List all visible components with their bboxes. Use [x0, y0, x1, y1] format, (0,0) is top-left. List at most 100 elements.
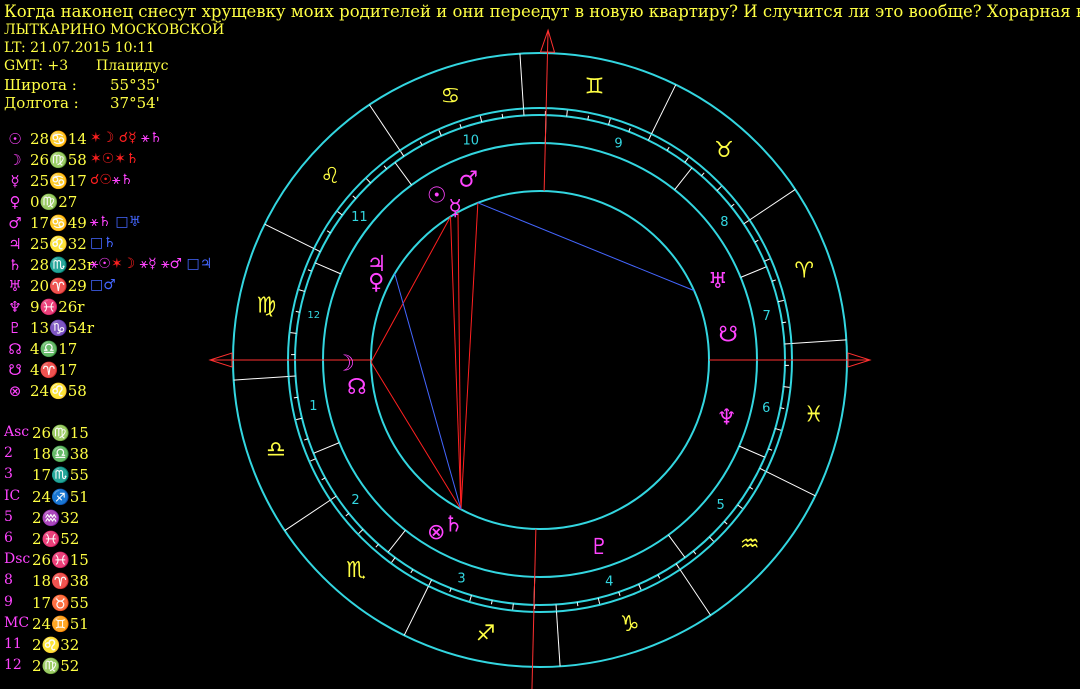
degree-tick: [782, 321, 787, 324]
planet-glyph-on-wheel: ☽: [335, 351, 355, 376]
degree-tick: [777, 299, 784, 303]
degree-tick: [400, 151, 405, 157]
planet-glyph-on-wheel: ⊗: [427, 520, 445, 545]
degree-tick: [775, 428, 782, 431]
planet-glyph-on-wheel: ☊: [347, 375, 367, 400]
degree-tick: [337, 211, 343, 216]
zodiac-sign-glyph: ♒: [740, 532, 760, 557]
sign-boundary: [749, 189, 796, 221]
degree-tick: [684, 157, 689, 163]
sign-boundary: [791, 339, 847, 345]
degree-tick: [723, 521, 728, 525]
degree-tick: [428, 579, 433, 586]
degree-tick: [290, 332, 297, 334]
house-cusp-line: [394, 162, 412, 186]
wheel-ring: [370, 190, 710, 530]
sign-boundary: [264, 223, 315, 249]
house-number: 2: [351, 493, 359, 508]
degree-tick: [383, 165, 388, 170]
zodiac-sign-glyph: ♉: [714, 138, 734, 163]
angle-axis-line: [543, 30, 549, 192]
house-number: 9: [614, 137, 622, 152]
degree-tick: [310, 458, 316, 462]
zodiac-sign-glyph: ♋: [440, 84, 460, 109]
chart-wheel: ♋ ♊♉♈♓♒♑♐♏♎♍♌123 456789101112☉☽☿♀♂♃♄♅♆♇☊☋⊗: [208, 28, 872, 689]
sign-boundary: [233, 375, 289, 381]
zodiac-sign-glyph: ♑: [620, 612, 640, 637]
house-cusp-line: [313, 442, 340, 454]
degree-tick: [296, 417, 303, 421]
house-number: 1: [309, 399, 317, 414]
degree-tick: [764, 258, 770, 262]
house-number: 6: [762, 401, 770, 416]
degree-tick: [298, 289, 305, 292]
planet-glyph-on-wheel: ♄: [444, 513, 464, 538]
degree-tick: [438, 130, 442, 136]
house-number: 11: [351, 210, 368, 225]
aspect-line: [394, 273, 462, 510]
house-number: 3: [457, 571, 465, 586]
degree-tick: [759, 467, 766, 472]
degree-tick: [501, 113, 504, 118]
planet-glyph-on-wheel: ♂: [458, 168, 478, 193]
sign-boundary: [651, 84, 677, 135]
degree-tick: [701, 172, 705, 177]
house-cusp-line: [668, 534, 686, 558]
zodiac-sign-glyph: ♍: [256, 294, 276, 319]
degree-tick: [566, 110, 568, 117]
aspect-line: [460, 202, 479, 510]
house-number: 5: [717, 498, 725, 513]
sign-boundary: [679, 569, 711, 616]
house-cusp-line: [674, 167, 693, 191]
planet-glyph-on-wheel: ♃: [367, 252, 387, 277]
degree-tick: [331, 495, 337, 500]
aspect-line: [477, 202, 695, 292]
angle-axis-line: [531, 528, 537, 689]
sign-boundary: [403, 585, 429, 636]
house-number: 12: [307, 310, 320, 321]
degree-tick: [352, 195, 357, 199]
sign-boundary: [519, 53, 525, 109]
zodiac-sign-glyph: ♌: [320, 164, 340, 189]
house-number: 7: [762, 309, 770, 324]
house-number: 8: [720, 215, 728, 230]
degree-tick: [743, 220, 749, 225]
sign-boundary: [765, 471, 816, 497]
house-cusp-line: [387, 529, 406, 553]
degree-tick: [692, 550, 697, 555]
zodiac-sign-glyph: ♓: [804, 402, 824, 427]
planet-glyph-on-wheel: ♅: [708, 269, 728, 294]
degree-tick: [709, 536, 714, 542]
zodiac-sign-glyph: ♊: [585, 74, 605, 99]
zodiac-sign-glyph: ♏: [346, 558, 366, 583]
house-number: 4: [605, 574, 613, 589]
degree-tick: [366, 178, 371, 184]
aspect-line: [370, 361, 462, 510]
degree-tick: [293, 396, 298, 399]
degree-tick: [358, 529, 364, 534]
degree-tick: [647, 134, 652, 141]
degree-tick: [737, 504, 743, 509]
degree-tick: [375, 543, 379, 548]
planet-glyph-on-wheel: ☋: [718, 322, 738, 347]
degree-tick: [479, 116, 483, 123]
degree-tick: [576, 602, 579, 607]
degree-tick: [597, 597, 601, 604]
house-number: 10: [462, 134, 479, 149]
degree-tick: [638, 584, 642, 590]
degree-tick: [783, 386, 790, 388]
house-cusp-line: [314, 262, 342, 275]
planet-glyph-on-wheel: ♆: [717, 405, 737, 430]
zodiac-sign-glyph: ♎: [266, 438, 286, 463]
planet-glyph-on-wheel: ☉: [427, 184, 447, 209]
sign-boundary: [555, 611, 561, 667]
degree-tick: [716, 186, 722, 191]
zodiac-sign-glyph: ♈: [794, 258, 814, 283]
degree-tick: [608, 118, 611, 125]
wheel-ring: [322, 142, 758, 578]
degree-tick: [675, 563, 680, 569]
degree-tick: [314, 248, 321, 253]
degree-tick: [469, 595, 472, 602]
degree-tick: [730, 203, 735, 208]
sign-boundary: [284, 499, 331, 531]
